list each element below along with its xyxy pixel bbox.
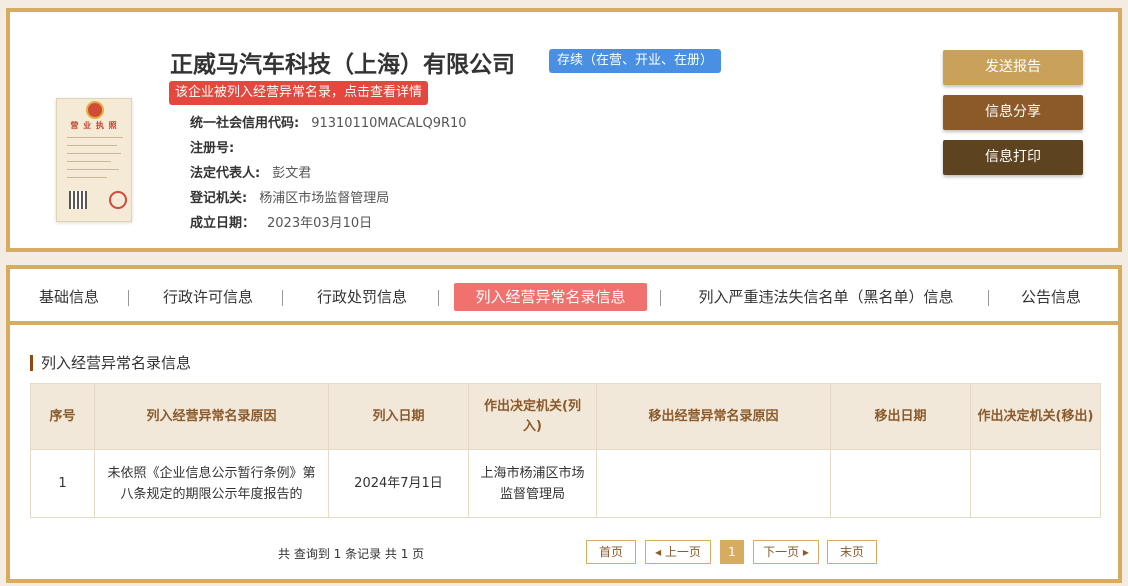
- cell-date-in: 2024年7月1日: [328, 449, 469, 518]
- next-page-button[interactable]: 下一页 ▸: [753, 540, 819, 564]
- license-line: [67, 161, 111, 162]
- header-authority-out: 作出决定机关(移出): [970, 383, 1101, 450]
- prev-page-label: 上一页: [664, 545, 701, 559]
- info-label: 注册号:: [190, 141, 235, 156]
- national-emblem-icon: [86, 101, 104, 119]
- info-row-authority: 登记机关: 杨浦区市场监督管理局: [190, 187, 389, 206]
- tab-admin-penalty[interactable]: 行政处罚信息: [312, 283, 412, 311]
- cell-authority-out: [970, 449, 1101, 518]
- header-index: 序号: [30, 383, 95, 450]
- info-label: 统一社会信用代码:: [190, 116, 300, 131]
- header-date-in: 列入日期: [328, 383, 469, 450]
- abnormal-notice-link[interactable]: 该企业被列入经营异常名录，点击查看详情: [169, 81, 429, 105]
- pager-summary: 共 查询到 1 条记录 共 1 页: [278, 547, 425, 561]
- prev-page-button[interactable]: ◂ 上一页: [645, 540, 711, 564]
- info-label: 登记机关:: [190, 191, 248, 206]
- last-page-button[interactable]: 末页: [827, 540, 877, 564]
- first-page-button[interactable]: 首页: [586, 540, 636, 564]
- qr-code-icon: [69, 191, 87, 209]
- share-info-button[interactable]: 信息分享: [943, 95, 1083, 130]
- cell-reason-in: 未依照《企业信息公示暂行条例》第八条规定的期限公示年度报告的: [94, 449, 329, 518]
- tab-abnormal-list[interactable]: 列入经营异常名录信息: [454, 283, 647, 311]
- license-line: [67, 137, 123, 138]
- next-page-label: 下一页: [763, 545, 800, 559]
- info-row-legal-rep: 法定代表人: 彭文君: [190, 162, 311, 181]
- detail-panel: 基础信息 行政许可信息 行政处罚信息 列入经营异常名录信息 列入严重违法失信名单…: [6, 265, 1122, 583]
- info-label: 法定代表人:: [190, 166, 261, 181]
- header-date-out: 移出日期: [830, 383, 971, 450]
- header-reason-out: 移出经营异常名录原因: [596, 383, 831, 450]
- section-title: 列入经营异常名录信息: [30, 355, 191, 371]
- cell-date-out: [830, 449, 971, 518]
- table-row: 1 未依照《企业信息公示暂行条例》第八条规定的期限公示年度报告的 2024年7月…: [30, 449, 1101, 518]
- license-line: [67, 153, 121, 154]
- license-line: [67, 177, 107, 178]
- abnormal-records-table: 序号 列入经营异常名录原因 列入日期 作出决定机关(列入) 移出经营异常名录原因…: [30, 383, 1101, 518]
- company-header-panel: 营 业 执 照 正威马汽车科技（上海）有限公司 存续（在营、开业、在册） 该企业…: [6, 8, 1122, 252]
- print-info-button[interactable]: 信息打印: [943, 140, 1083, 175]
- tab-separator: [282, 290, 283, 306]
- chevron-right-icon: ▸: [799, 545, 809, 559]
- info-value: 彭文君: [272, 166, 312, 181]
- header-authority-in: 作出决定机关(列入): [468, 383, 597, 450]
- company-name: 正威马汽车科技（上海）有限公司: [170, 52, 515, 78]
- tab-bar: 基础信息 行政许可信息 行政处罚信息 列入经营异常名录信息 列入严重违法失信名单…: [10, 269, 1118, 325]
- tab-separator: [438, 290, 439, 306]
- page-number-button[interactable]: 1: [720, 540, 744, 564]
- info-value: 2023年03月10日: [267, 216, 373, 231]
- info-value: 91310110MACALQ9R10: [311, 116, 467, 131]
- header-reason-in: 列入经营异常名录原因: [94, 383, 329, 450]
- info-row-reg-no: 注册号:: [190, 137, 246, 156]
- info-row-founded: 成立日期： 2023年03月10日: [190, 212, 372, 231]
- license-line: [67, 169, 119, 170]
- cell-index: 1: [30, 449, 95, 518]
- tab-separator: [128, 290, 129, 306]
- license-title: 营 业 执 照: [70, 121, 118, 130]
- tab-basic-info[interactable]: 基础信息: [36, 283, 102, 311]
- tab-blacklist[interactable]: 列入严重违法失信名单（黑名单）信息: [686, 283, 966, 311]
- table-header-row: 序号 列入经营异常名录原因 列入日期 作出决定机关(列入) 移出经营异常名录原因…: [30, 383, 1101, 450]
- seal-icon: [109, 191, 127, 209]
- chevron-left-icon: ◂: [655, 545, 665, 559]
- tab-separator: [988, 290, 989, 306]
- cell-authority-in: 上海市杨浦区市场监督管理局: [468, 449, 597, 518]
- cell-reason-out: [596, 449, 831, 518]
- tab-announcements[interactable]: 公告信息: [1018, 283, 1084, 311]
- business-license-image: 营 业 执 照: [56, 98, 132, 222]
- send-report-button[interactable]: 发送报告: [943, 50, 1083, 85]
- info-label: 成立日期：: [190, 216, 256, 231]
- status-badge: 存续（在营、开业、在册）: [549, 49, 722, 73]
- tab-separator: [660, 290, 661, 306]
- info-row-credit-code: 统一社会信用代码: 91310110MACALQ9R10: [190, 112, 467, 131]
- tab-admin-license[interactable]: 行政许可信息: [158, 283, 258, 311]
- license-line: [67, 145, 117, 146]
- info-value: 杨浦区市场监督管理局: [259, 191, 390, 206]
